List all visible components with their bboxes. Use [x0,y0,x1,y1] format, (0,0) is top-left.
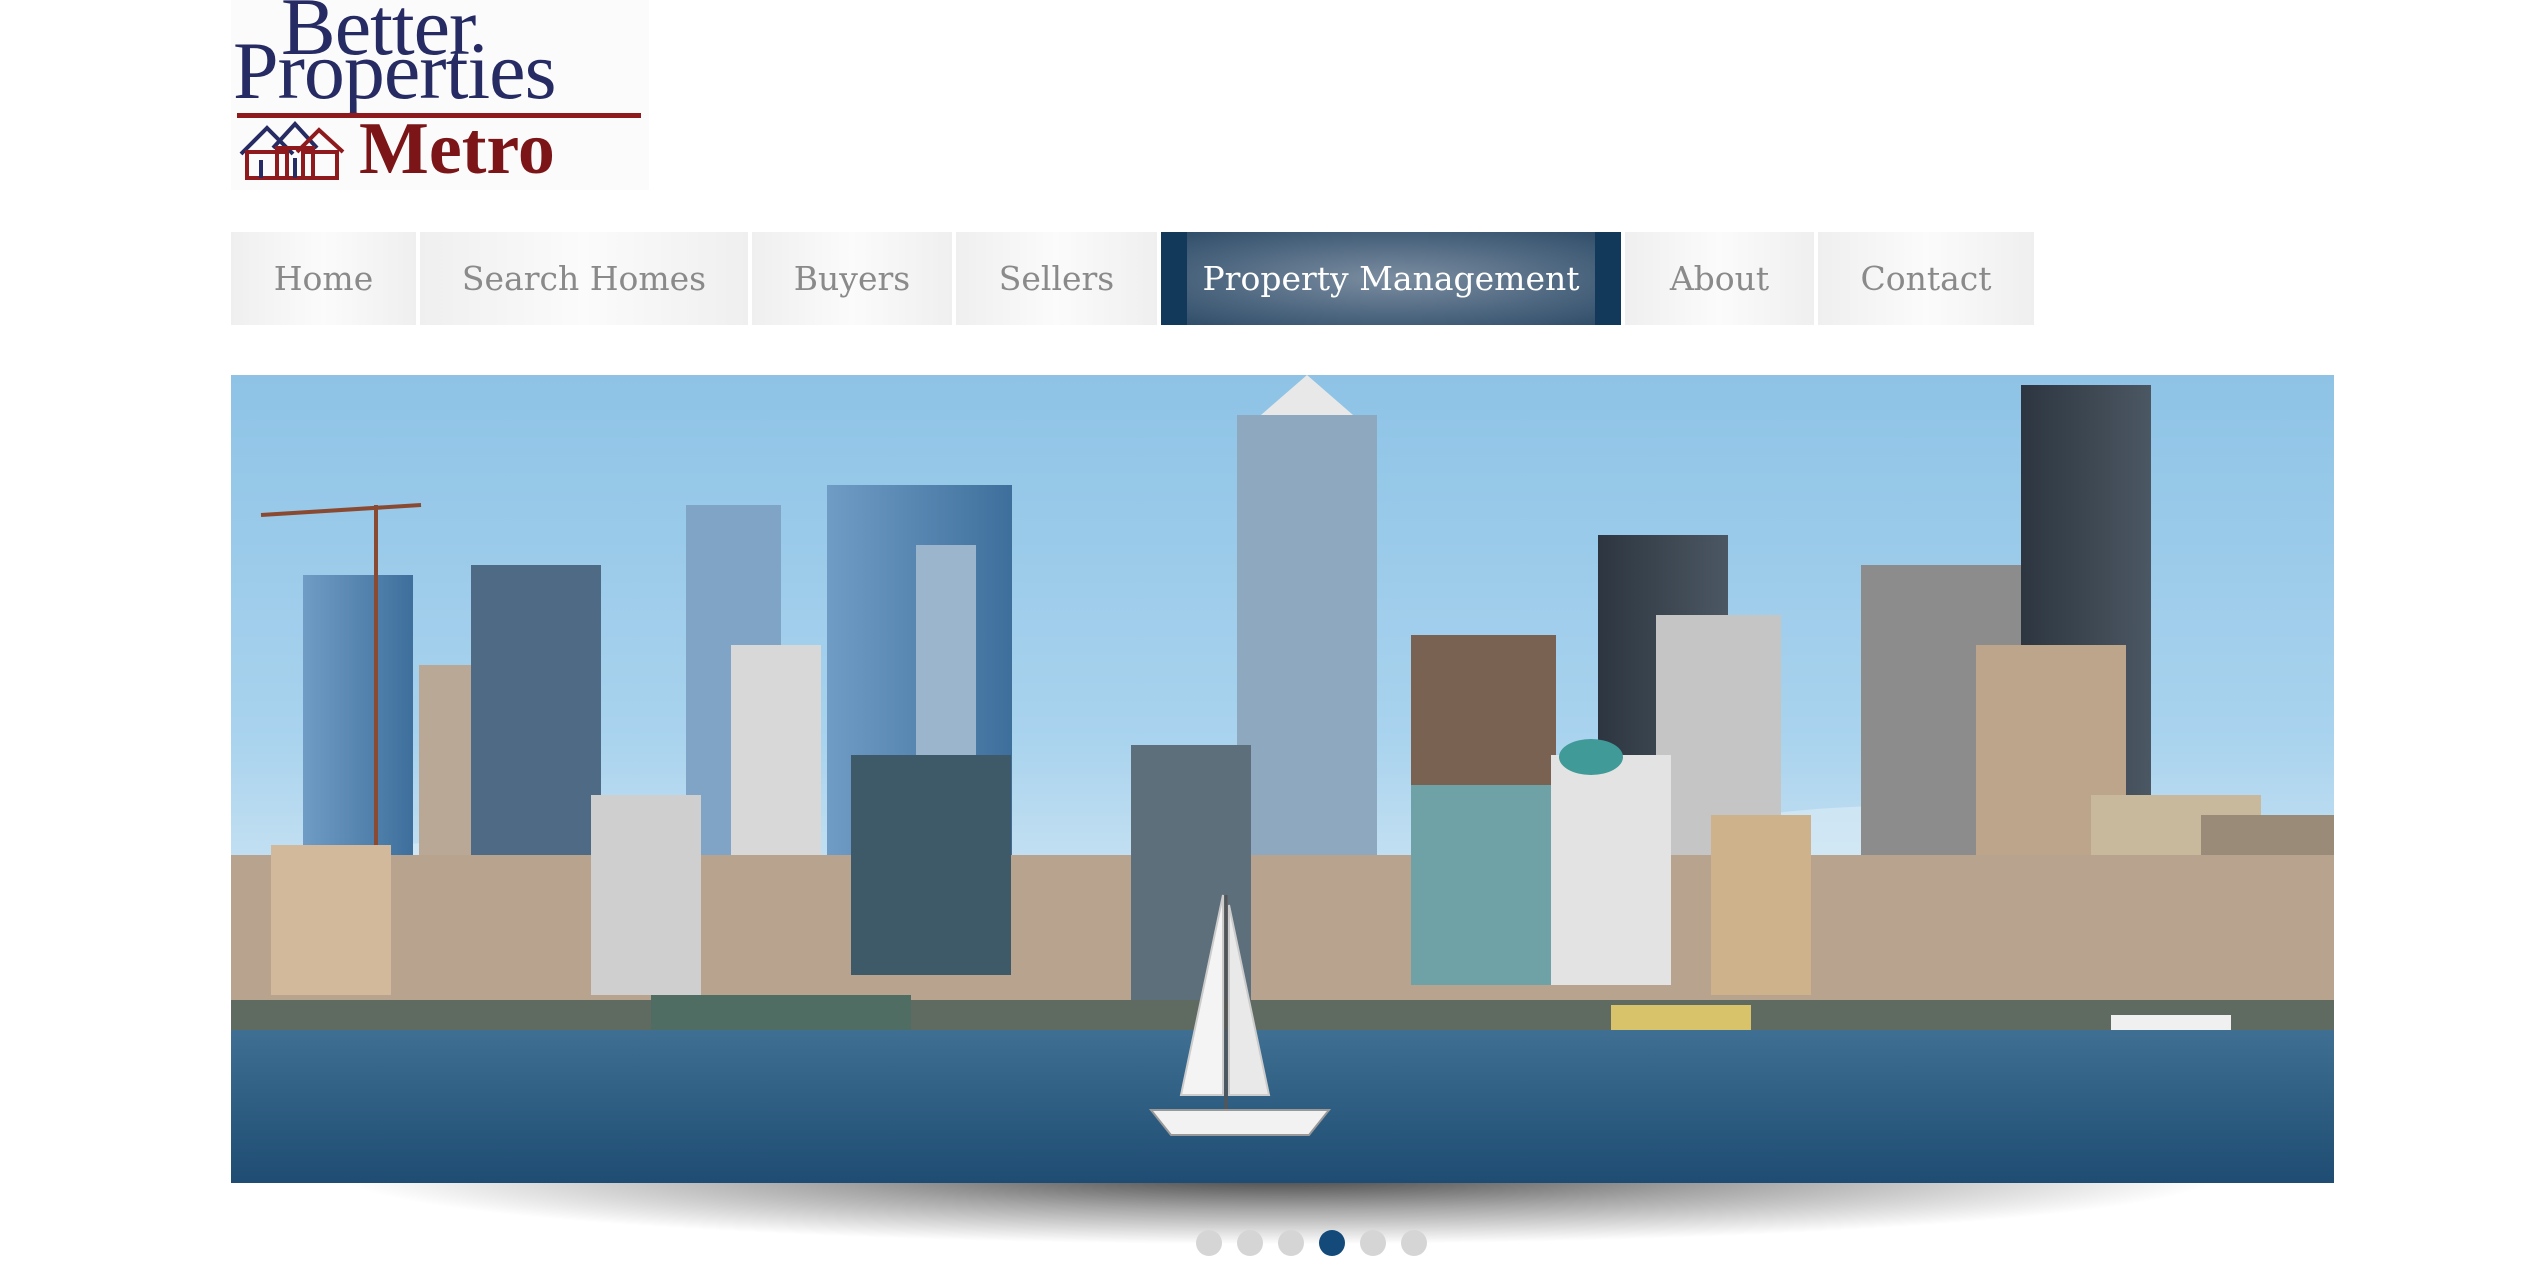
nav-item-home[interactable]: Home [231,232,416,325]
hero-slider-image[interactable] [231,375,2334,1183]
city-skyline-illustration [231,375,2334,1183]
logo-text-metro: Metro [359,108,555,190]
site-logo[interactable]: Better Properties Metro [231,0,649,190]
logo-text-properties: Properties [233,25,556,116]
slider-dot-5[interactable] [1360,1230,1386,1256]
nav-item-property-management[interactable]: Property Management [1161,232,1621,325]
nav-item-buyers[interactable]: Buyers [752,232,952,325]
nav-item-about[interactable]: About [1625,232,1814,325]
slider-dot-2[interactable] [1237,1230,1263,1256]
houses-icon [239,121,345,180]
nav-item-sellers[interactable]: Sellers [956,232,1157,325]
slider-dot-4[interactable] [1319,1230,1345,1256]
slider-dot-1[interactable] [1196,1230,1222,1256]
nav-item-search-homes[interactable]: Search Homes [420,232,748,325]
slider-dot-6[interactable] [1401,1230,1427,1256]
slider-dot-3[interactable] [1278,1230,1304,1256]
nav-item-contact[interactable]: Contact [1818,232,2034,325]
slider-pagination [1196,1230,1427,1256]
main-nav: Home Search Homes Buyers Sellers Propert… [231,232,2034,325]
